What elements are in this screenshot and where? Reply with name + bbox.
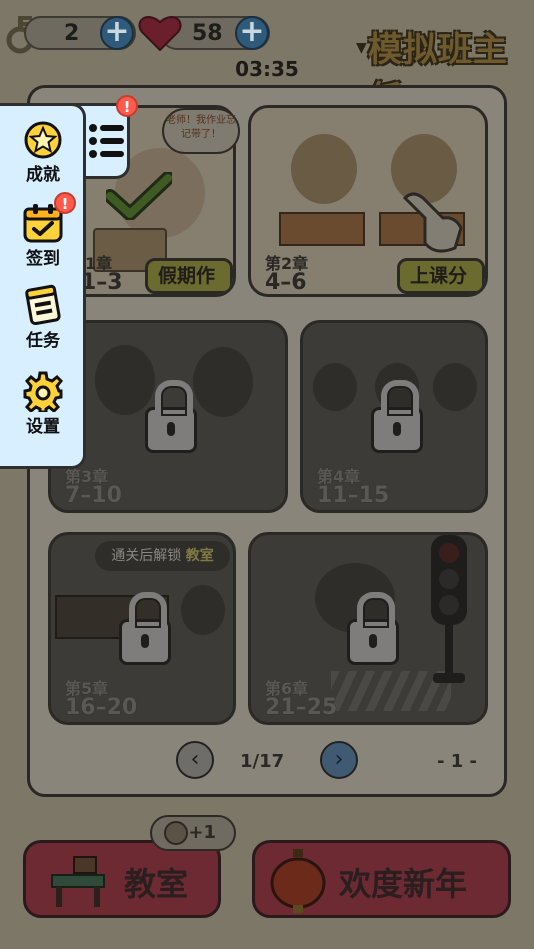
chapter-2-tag: 上课分心: [397, 258, 485, 294]
menu-list-icon[interactable]: [88, 122, 126, 160]
checkin-notify-badge: !: [54, 192, 76, 214]
boy-figure: [193, 347, 253, 417]
chapter-2-range: 4–6: [265, 270, 307, 295]
chapter-4-range: 11–15: [317, 483, 390, 508]
chapter-card-2[interactable]: 上课分心 第2章 4–6: [248, 105, 488, 297]
add-keys-button[interactable]: +: [100, 16, 134, 50]
new-year-button[interactable]: 欢度新年: [252, 840, 511, 918]
student-left-figure: [291, 134, 357, 204]
side-item-settings[interactable]: 设置: [0, 370, 86, 437]
lock-icon: [145, 380, 197, 453]
side-item-checkin[interactable]: 签到: [0, 202, 86, 269]
desk-left: [279, 212, 365, 246]
pointing-hand-icon: [395, 188, 465, 258]
speech-bubble: 老师！我作业忘记带了！: [162, 108, 240, 154]
chapter-card-6[interactable]: 第6章 21–25: [248, 532, 488, 725]
student-face-icon: [164, 821, 188, 845]
student-running-figure: [181, 585, 225, 635]
side-item-settings-label: 设置: [26, 417, 60, 437]
girl-figure: [95, 345, 155, 415]
page-indicator: 1/17: [240, 751, 285, 772]
add-hearts-button[interactable]: +: [235, 16, 269, 50]
students-figure-3: [433, 363, 477, 411]
side-item-tasks-label: 任务: [26, 331, 60, 351]
chapter-1-range: 1–3: [81, 270, 123, 295]
gear-icon: [22, 370, 64, 414]
chapter-1-tag: 假期作业: [145, 258, 233, 294]
notepad-icon: [23, 284, 63, 326]
star-badge-icon: [23, 120, 63, 160]
chapter-3-range: 7–10: [65, 483, 122, 508]
lantern-icon: [269, 849, 327, 915]
side-item-achievements-label: 成就: [26, 165, 60, 185]
student-plus-badge: +1: [150, 815, 236, 851]
student-plus-value: +1: [188, 822, 216, 843]
page-number-label: - 1 -: [437, 751, 477, 772]
lock-icon: [119, 592, 171, 665]
chapter-5-range: 16–20: [65, 695, 138, 720]
chapter-card-4[interactable]: 第4章 11–15: [300, 320, 488, 513]
prev-page-button[interactable]: ‹: [176, 741, 214, 779]
hearts-value: 58: [192, 21, 223, 46]
side-item-tasks[interactable]: 任务: [0, 284, 86, 351]
unlock-hint-target: 教室: [185, 548, 214, 564]
side-item-achievements[interactable]: 成就: [0, 120, 86, 185]
chapter-6-range: 21–25: [265, 695, 338, 720]
unlock-hint-prefix: 通关后解锁: [111, 548, 182, 564]
lock-icon: [347, 592, 399, 665]
desk-icon: [48, 853, 108, 909]
traffic-light-icon: [425, 535, 473, 685]
new-year-label: 欢度新年: [339, 865, 468, 903]
classroom-button[interactable]: 教室: [23, 840, 221, 918]
menu-notify-badge: !: [116, 95, 138, 117]
side-item-checkin-label: 签到: [26, 249, 60, 269]
lock-icon: [371, 380, 423, 453]
keys-value: 2: [64, 21, 80, 46]
classroom-label: 教室: [124, 865, 189, 903]
students-figure: [313, 363, 357, 411]
next-page-button[interactable]: ›: [320, 741, 358, 779]
unlock-hint: 通关后解锁 教室: [95, 541, 230, 571]
heart-icon: [138, 12, 182, 52]
logo-arrow-icon: ▼: [356, 40, 367, 56]
